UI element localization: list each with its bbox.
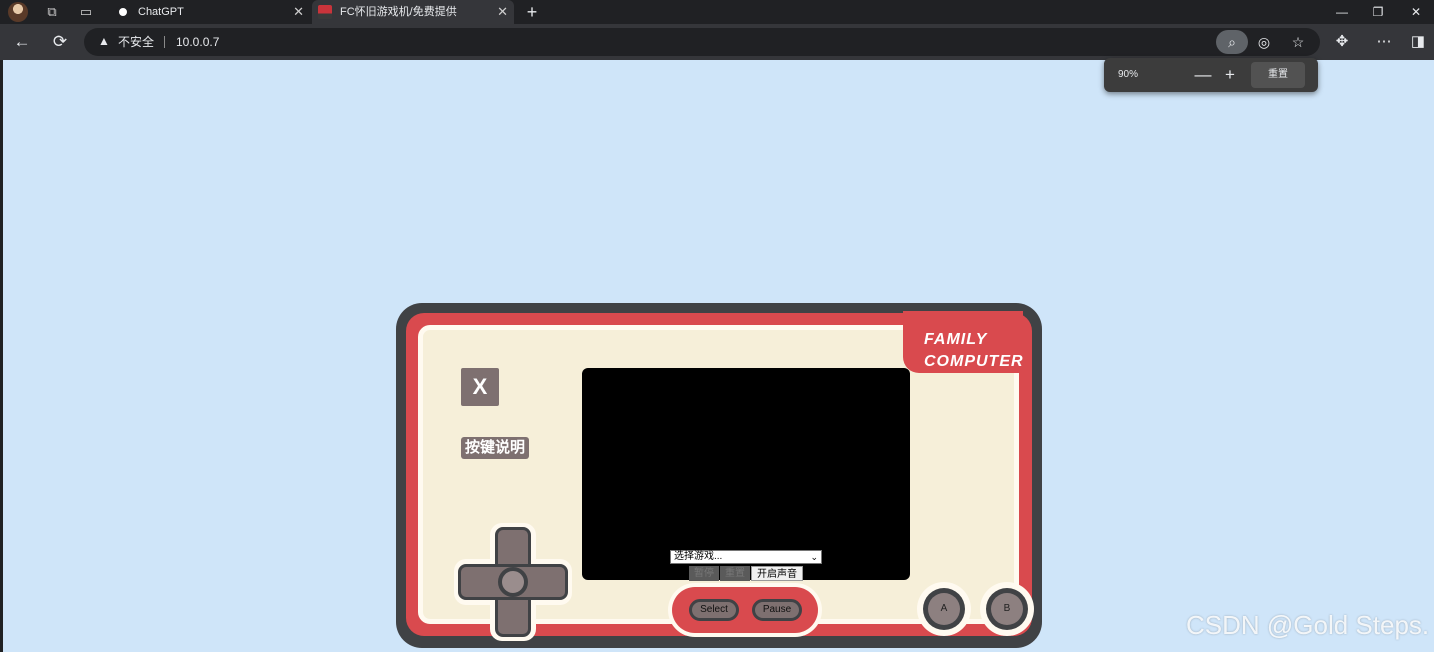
zoom-reset-button[interactable]: 重置 (1251, 62, 1305, 88)
warning-icon[interactable]: ▲ (98, 34, 112, 48)
game-select-value: 选择游戏... (674, 551, 723, 562)
pause-button[interactable]: Pause (752, 599, 802, 621)
console-red-body: X 按键说明 选择游戏... ⌄ 暂停 重置 开启声音 Select Pause… (406, 311, 1034, 641)
sidebar-toggle-icon[interactable]: ◨ (1406, 30, 1430, 54)
tab-fc-game[interactable]: FC怀旧游戏机/免费提供 ✕ (312, 0, 514, 24)
back-button[interactable]: ← (10, 30, 34, 54)
chevron-down-icon: ⌄ (810, 552, 818, 562)
game-console: X 按键说明 选择游戏... ⌄ 暂停 重置 开启声音 Select Pause… (396, 303, 1042, 648)
security-status[interactable]: 不安全 (118, 28, 154, 56)
chatgpt-favicon-icon (116, 5, 130, 19)
b-button-ring: B (980, 582, 1034, 636)
window-close-button[interactable]: ✕ (1398, 0, 1434, 24)
divider (164, 36, 165, 48)
a-button[interactable]: A (928, 593, 960, 625)
key-help-button[interactable]: 按键说明 (461, 437, 530, 459)
game-select-dropdown[interactable]: 选择游戏... ⌄ (670, 550, 822, 564)
game-screen[interactable]: 选择游戏... ⌄ 暂停 重置 开启声音 (582, 368, 910, 581)
close-x-button[interactable]: X (461, 368, 499, 406)
zoom-out-button[interactable]: — (1192, 63, 1214, 87)
workspaces-icon[interactable]: ⧉ (44, 4, 60, 20)
zoom-icon[interactable]: ⌕ (1216, 30, 1248, 54)
profile-avatar[interactable] (8, 2, 28, 22)
select-button[interactable]: Select (689, 599, 739, 621)
minimize-button[interactable]: — (1324, 0, 1360, 24)
zoom-popup: 90% — + 重置 (1104, 58, 1318, 92)
fc-game-favicon-icon (318, 5, 332, 19)
brand-line-2: COMPUTER (924, 353, 1024, 370)
tab-close-icon[interactable]: ✕ (497, 0, 508, 24)
select-pause-panel: Select Pause (668, 583, 822, 637)
enable-sound-button[interactable]: 开启声音 (751, 566, 803, 581)
tab-chatgpt[interactable]: ChatGPT ✕ (110, 0, 310, 24)
read-aloud-icon[interactable]: ◎ (1252, 30, 1276, 54)
d-pad[interactable] (454, 523, 572, 641)
favorite-star-icon[interactable]: ☆ (1286, 30, 1310, 54)
zoom-in-button[interactable]: + (1219, 63, 1241, 87)
pause-game-button[interactable]: 暂停 (689, 566, 719, 581)
brand-logo: FAMILY COMPUTER (924, 329, 1034, 373)
a-button-ring: A (917, 582, 971, 636)
b-button[interactable]: B (991, 593, 1023, 625)
tab-strip: ⧉ ▭ ChatGPT ✕ FC怀旧游戏机/免费提供 ✕ + — ❐ ✕ (0, 0, 1434, 24)
address-bar[interactable]: ▲ 不安全 10.0.0.7 ⌕ ◎ ☆ (84, 28, 1320, 56)
tab-close-icon[interactable]: ✕ (293, 0, 304, 24)
extensions-icon[interactable]: ✥ (1330, 30, 1354, 54)
tab-title: FC怀旧游戏机/免费提供 (340, 6, 457, 18)
new-tab-button[interactable]: + (522, 0, 542, 24)
restore-button[interactable]: ❐ (1360, 0, 1396, 24)
watermark: CSDN @Gold Steps. (1186, 610, 1430, 640)
tab-title: ChatGPT (138, 6, 184, 18)
dpad-center (498, 567, 528, 597)
tab-actions-icon[interactable]: ▭ (78, 4, 94, 20)
page-viewport: X 按键说明 选择游戏... ⌄ 暂停 重置 开启声音 Select Pause… (3, 60, 1434, 652)
reset-game-button[interactable]: 重置 (720, 566, 750, 581)
brand-line-1: FAMILY (924, 331, 988, 348)
browser-toolbar: ← ⟳ ▲ 不安全 10.0.0.7 ⌕ ◎ ☆ ✥ ⋯ ◨ (0, 24, 1434, 60)
reload-button[interactable]: ⟳ (48, 30, 72, 54)
url-text[interactable]: 10.0.0.7 (176, 28, 219, 56)
more-menu-icon[interactable]: ⋯ (1372, 30, 1396, 54)
zoom-level: 90% (1118, 69, 1139, 80)
